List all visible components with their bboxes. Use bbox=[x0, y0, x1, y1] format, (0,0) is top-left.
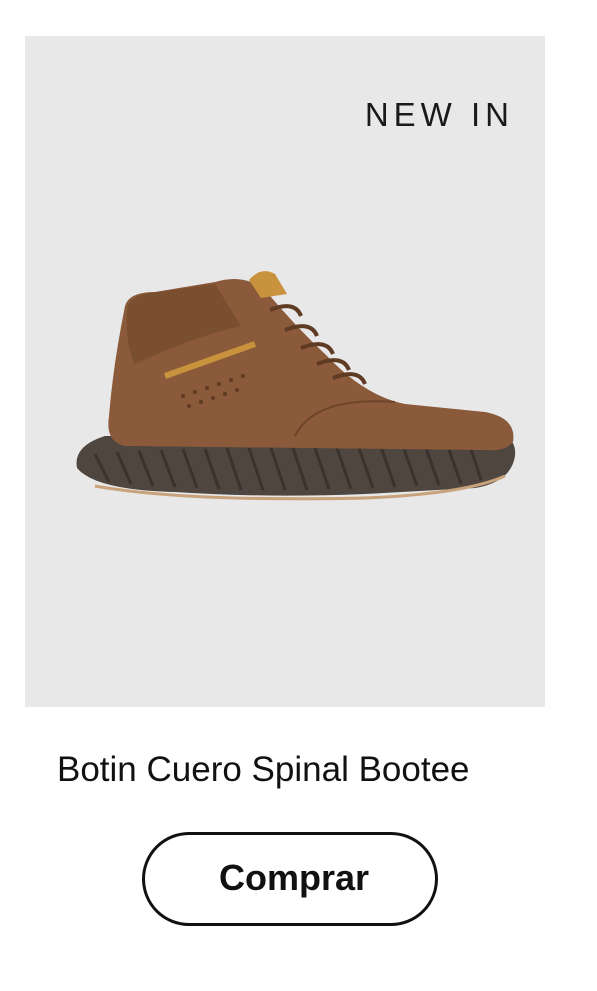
product-image-panel[interactable]: NEW IN bbox=[25, 36, 545, 707]
boot-image bbox=[76, 271, 516, 501]
product-title[interactable]: Botin Cuero Spinal Bootee bbox=[57, 748, 470, 792]
buy-button[interactable]: Comprar bbox=[142, 832, 438, 926]
product-card: NEW IN Botin Cuero Spinal Bootee Comprar bbox=[0, 0, 597, 991]
new-in-badge: NEW IN bbox=[364, 96, 514, 133]
